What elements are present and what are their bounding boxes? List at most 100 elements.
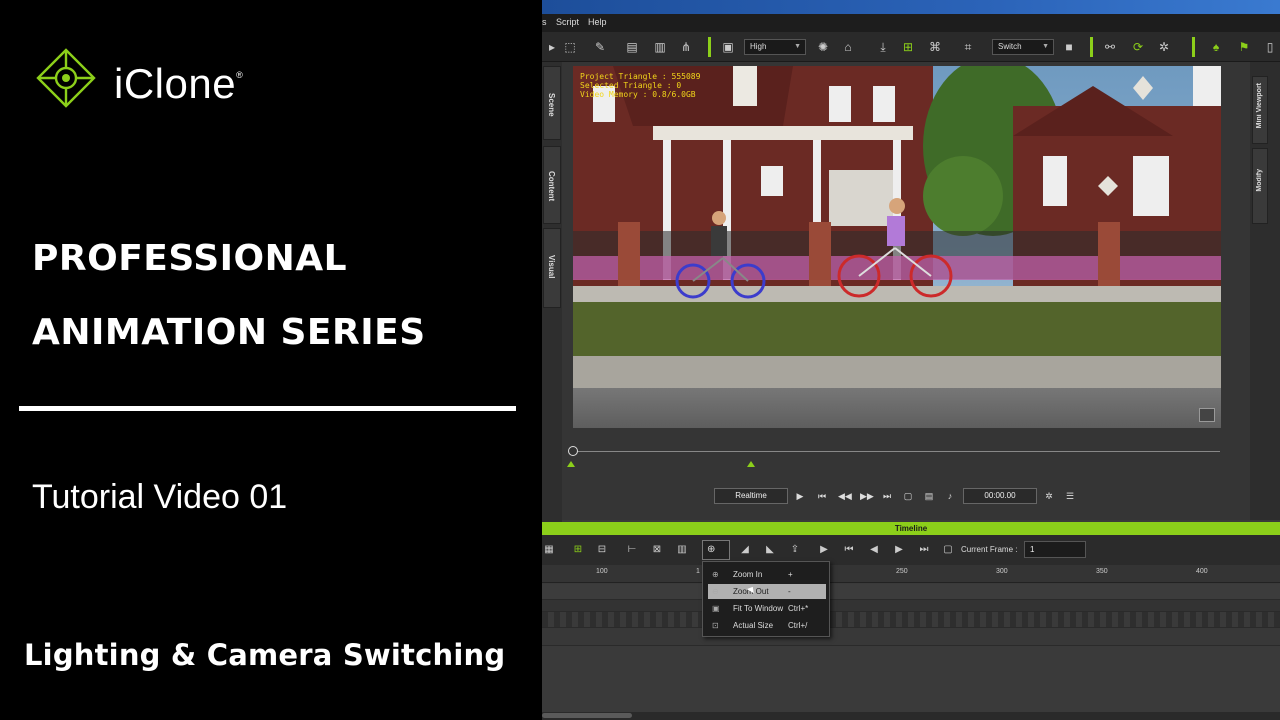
skip-start-icon[interactable]: ⏮ (816, 489, 828, 503)
ruler-label: 300 (996, 568, 1008, 575)
stack-icon[interactable]: ▥ (652, 39, 668, 55)
menu-item-zoom-in[interactable]: ⊕ Zoom In + (708, 567, 826, 582)
export-icon[interactable]: ⇪ (788, 543, 802, 557)
toolbar-separator (1090, 37, 1093, 57)
ruler-label: 1 (696, 568, 700, 575)
focus-icon[interactable]: ⌗ (960, 39, 976, 55)
topic-title: Lighting & Camera Switching (24, 638, 506, 672)
tab-scene[interactable]: Scene (543, 66, 561, 140)
realtime-button[interactable]: Realtime (714, 488, 788, 504)
camera-frame-icon[interactable]: ⌘ (927, 39, 943, 55)
track-icon[interactable]: ⊟ (595, 543, 609, 557)
physics-icon[interactable]: ⟳ (1130, 39, 1146, 55)
mark-out-icon[interactable]: ◣ (763, 543, 777, 557)
ruler-label: 250 (896, 568, 908, 575)
timeline-header[interactable]: Timeline (542, 522, 1280, 535)
menu-bar: s Script Help (542, 14, 1280, 32)
timecode-field[interactable]: 00:00.00 (963, 488, 1037, 504)
current-frame-label: Current Frame : (961, 545, 1018, 554)
grass-icon[interactable]: ⋔ (678, 39, 694, 55)
tab-mini-viewport[interactable]: Mini Viewport (1252, 76, 1268, 144)
time-scrubber-track[interactable] (570, 451, 1220, 452)
screen: iClone® PROFESSIONAL ANIMATION SERIES Tu… (0, 0, 1280, 720)
atoms-icon[interactable]: ✲ (1156, 39, 1172, 55)
zoom-menu: ⊕ Zoom In + ⊖ Zoom Out - ▣ Fit To Window… (702, 561, 830, 637)
menu-item-actual-size[interactable]: ⊡ Actual Size Ctrl+/ (708, 618, 826, 633)
tab-modify[interactable]: Modify (1252, 148, 1268, 224)
timeline-toolbar: ▦ ⊞ ⊟ ⊢ ⊠ ▥ ⊕ ◢ ◣ ⇪ ▶ ⏮ ◀ ▶ ⏭ ▢ Current … (542, 535, 1280, 565)
playback-bar: Realtime ▶ ⏮ ◀◀ ▶▶ ⏭ ▢ ▤ ♪ 00:00.00 ✲ ☰ (542, 484, 1250, 508)
panel-icon[interactable]: ▯ (1262, 39, 1278, 55)
play-icon[interactable]: ▶ (794, 489, 806, 503)
project-triangle-stat: Project Triangle : 555089 (580, 72, 701, 81)
grid-icon[interactable]: ⊞ (900, 39, 916, 55)
tab-visual[interactable]: Visual (543, 228, 561, 308)
mark-in-icon[interactable]: ◢ (738, 543, 752, 557)
character-icon[interactable]: ♠ (1208, 39, 1224, 55)
transform-icon[interactable]: ⬚ (562, 39, 578, 55)
time-scrubber-handle[interactable] (568, 446, 578, 456)
layer-icon[interactable]: ▤ (624, 39, 640, 55)
tab-content[interactable]: Content (543, 146, 561, 224)
skip-end-icon[interactable]: ⏭ (917, 543, 931, 557)
menu-item-fit-to-window[interactable]: ▣ Fit To Window Ctrl+* (708, 601, 826, 616)
skip-end-icon[interactable]: ⏭ (881, 489, 893, 503)
timeline-scrollbar[interactable] (542, 712, 1280, 720)
timeline-empty-area[interactable] (542, 646, 1280, 712)
flag-icon[interactable]: ⚑ (1236, 39, 1252, 55)
iclone-app-window: s Script Help ▸ ⬚ ✎ ▤ ▥ ⋔ ▣ High ▼ ✺ ⌂ ⤓ … (542, 0, 1280, 720)
zoom-button[interactable]: ⊕ (702, 540, 730, 560)
start-marker[interactable] (567, 461, 575, 467)
zoom-in-icon: ⊕ (712, 570, 719, 579)
divider (19, 406, 516, 411)
light-icon[interactable]: ✺ (815, 39, 831, 55)
delete-icon[interactable]: ⊠ (650, 543, 664, 557)
video-camera-icon[interactable]: ■ (1061, 39, 1077, 55)
window-icon[interactable]: ▣ (720, 39, 736, 55)
prev-frame-icon[interactable]: ◀ (867, 543, 881, 557)
timeline-track[interactable] (542, 628, 1280, 646)
list-icon[interactable]: ☰ (1064, 489, 1076, 503)
menu-item-help[interactable]: Help (588, 17, 607, 27)
timeline-ruler[interactable]: 100 1 250 300 350 400 (542, 565, 1280, 583)
main-toolbar: ▸ ⬚ ✎ ▤ ▥ ⋔ ▣ High ▼ ✺ ⌂ ⤓ ⊞ ⌘ ⌗ Switch ▼ … (542, 32, 1280, 62)
switch-dropdown[interactable]: Switch ▼ (992, 39, 1054, 55)
headline-line-2: ANIMATION SERIES (32, 312, 426, 353)
prev-frame-icon[interactable]: ◀◀ (838, 489, 852, 503)
skip-start-icon[interactable]: ⏮ (842, 543, 856, 557)
subtitle-icon[interactable]: ▤ (923, 489, 935, 503)
next-frame-icon[interactable]: ▶ (892, 543, 906, 557)
menu-item-partial[interactable]: s (542, 17, 547, 27)
menu-item-zoom-out[interactable]: ⊖ Zoom Out - (708, 584, 826, 599)
arrow-icon[interactable]: ▸ (544, 39, 560, 55)
timeline-track[interactable] (542, 584, 1280, 600)
add-track-icon[interactable]: ⊞ (571, 543, 585, 557)
timeline-track[interactable] (542, 600, 1280, 612)
gear-icon[interactable]: ✲ (1043, 489, 1055, 503)
menu-item-script[interactable]: Script (556, 17, 579, 27)
link-icon[interactable]: ⚯ (1102, 39, 1118, 55)
scrollbar-thumb[interactable] (542, 713, 632, 718)
film-icon[interactable]: ▦ (542, 543, 556, 557)
loop-icon[interactable]: ▢ (941, 543, 955, 557)
clip-icon[interactable]: ▥ (675, 543, 689, 557)
toolbar-separator (1192, 37, 1195, 57)
music-note-icon[interactable]: ♪ (944, 489, 956, 503)
3d-viewport[interactable]: Project Triangle : 555089 Selected Trian… (573, 66, 1221, 428)
play-icon[interactable]: ▶ (817, 543, 831, 557)
next-frame-icon[interactable]: ▶▶ (860, 489, 874, 503)
end-marker[interactable] (747, 461, 755, 467)
insert-icon[interactable]: ⊢ (625, 543, 639, 557)
right-side-panel: Mini Viewport Modify (1250, 62, 1280, 520)
promo-panel: iClone® PROFESSIONAL ANIMATION SERIES Tu… (0, 0, 542, 720)
paint-icon[interactable]: ✎ (592, 39, 608, 55)
actual-size-icon: ⊡ (712, 621, 719, 630)
timeline-track[interactable] (542, 612, 1280, 628)
quality-dropdown[interactable]: High ▼ (744, 39, 806, 55)
iclone-logo-icon (36, 48, 96, 108)
current-frame-input[interactable]: 1 (1024, 541, 1086, 558)
home-icon[interactable]: ⌂ (840, 39, 856, 55)
chat-icon[interactable] (1199, 408, 1215, 422)
loop-icon[interactable]: ▢ (902, 489, 914, 503)
drop-icon[interactable]: ⤓ (875, 39, 891, 55)
